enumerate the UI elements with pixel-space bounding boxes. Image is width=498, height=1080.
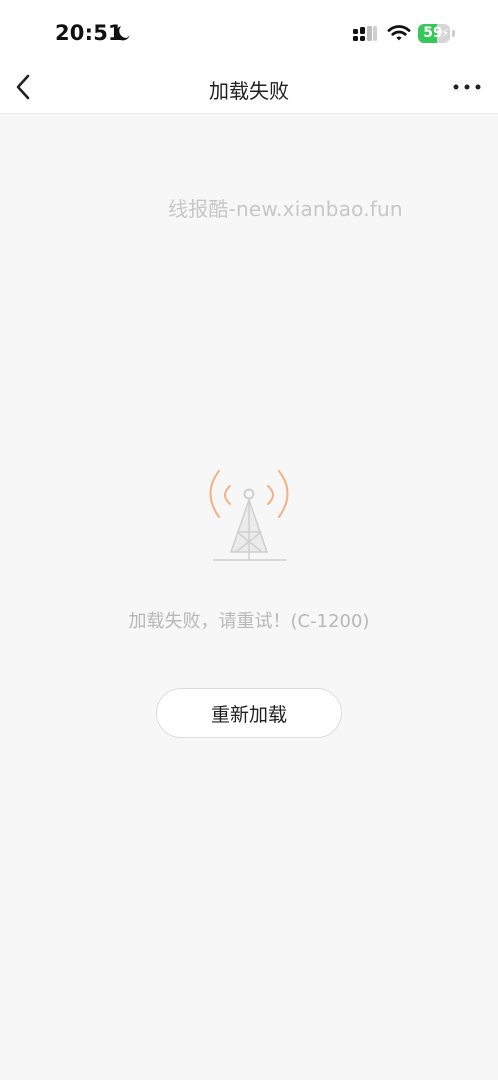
battery-body: 59 ⚡: [418, 24, 450, 43]
status-time: 20:51: [55, 21, 123, 45]
navigation-bar: 加载失败: [0, 62, 498, 114]
charging-bolt-icon: ⚡: [441, 26, 450, 40]
more-dots-icon: [453, 84, 481, 90]
status-bar: 20:51 59 ⚡: [0, 0, 498, 62]
reload-button[interactable]: 重新加载: [156, 688, 342, 738]
watermark-text: 线报酷-new.xianbao.fun: [168, 197, 403, 221]
moon-icon: [115, 26, 130, 41]
battery-icon: 59 ⚡: [418, 24, 456, 43]
cellular-signal-icon: [353, 26, 377, 41]
page-title: 加载失败: [209, 79, 289, 103]
more-options-button[interactable]: [451, 71, 483, 103]
battery-cap: [452, 30, 455, 37]
wifi-icon: [387, 25, 411, 41]
error-message: 加载失败，请重试！(C-1200): [128, 611, 370, 632]
signal-tower-icon: [209, 470, 289, 561]
